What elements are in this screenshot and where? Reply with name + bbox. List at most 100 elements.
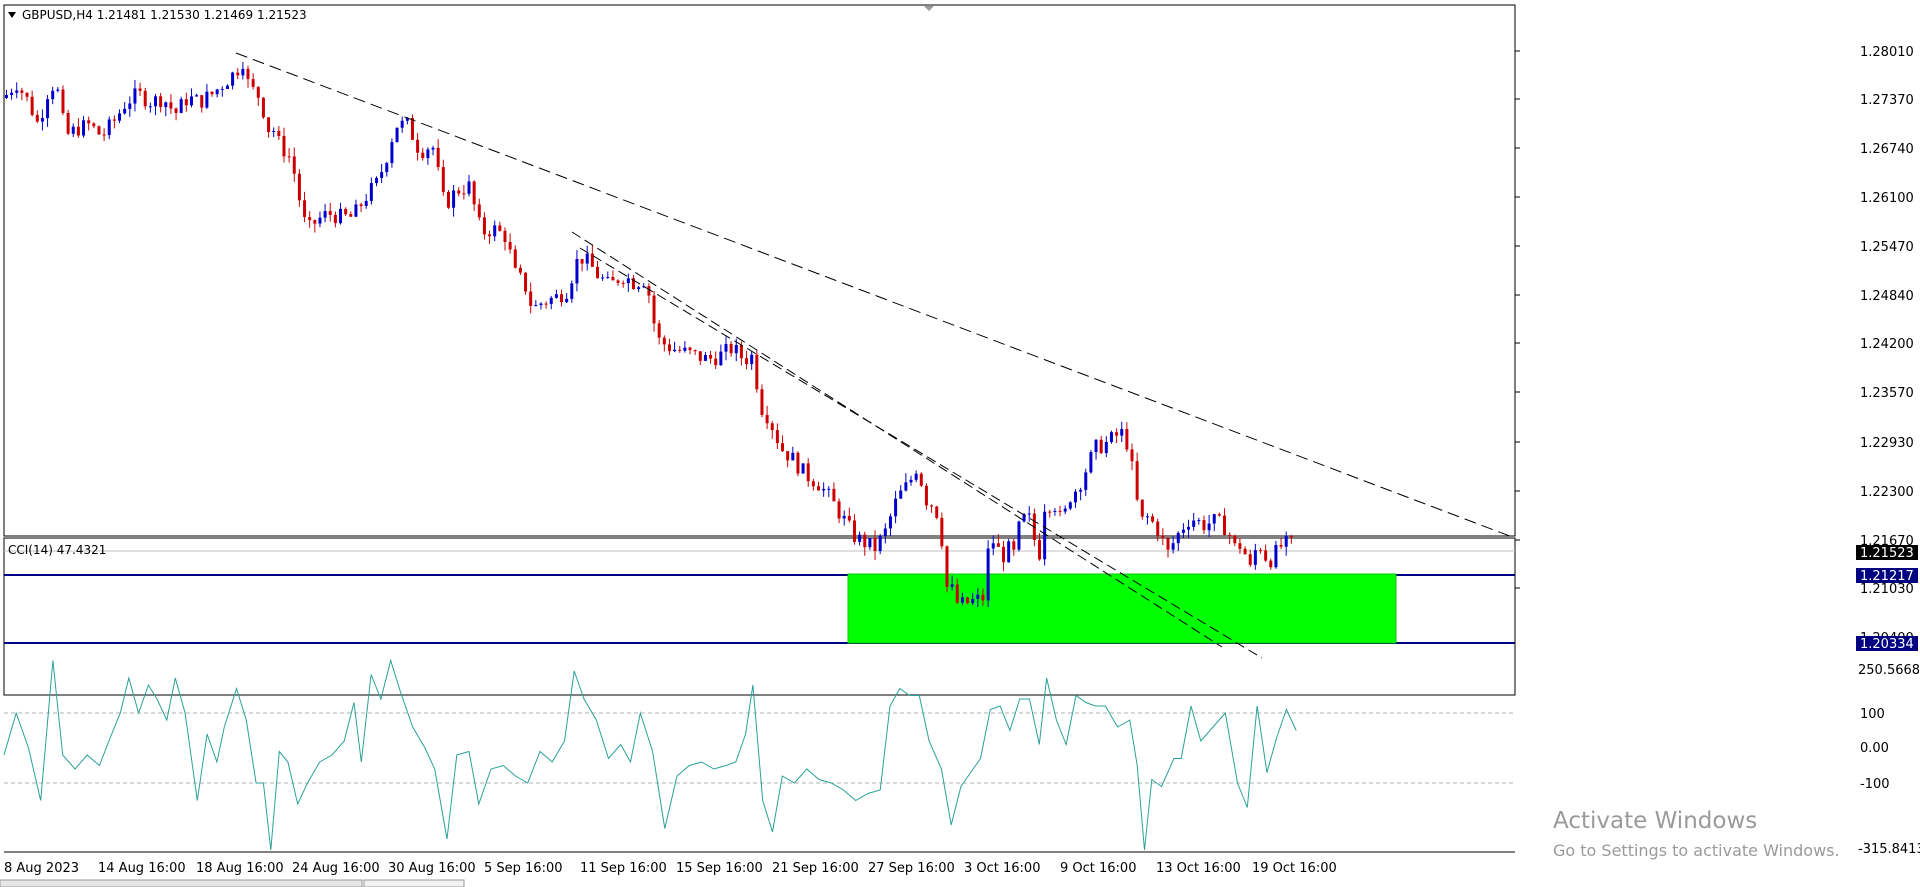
candle-bear xyxy=(1228,534,1232,536)
price-tick: 1.27370 xyxy=(1860,93,1914,108)
candle-bear xyxy=(1233,535,1237,544)
candle-bear xyxy=(1140,499,1144,517)
candle-bull xyxy=(878,535,882,552)
candle-bear xyxy=(518,267,522,273)
time-label: 30 Aug 16:00 xyxy=(388,861,476,876)
candle-bull xyxy=(1109,432,1113,443)
candle-bear xyxy=(292,156,296,174)
candle-bear xyxy=(297,173,301,201)
candle-bull xyxy=(225,85,229,89)
chart-tab-strip-2[interactable] xyxy=(363,879,465,887)
candle-bear xyxy=(1289,535,1293,538)
candle-bull xyxy=(15,90,19,93)
support-zone[interactable] xyxy=(847,573,1397,644)
candle-bull xyxy=(1007,541,1011,563)
candle-bull xyxy=(1104,442,1108,454)
candle-bull xyxy=(858,534,862,542)
candle-bull xyxy=(1079,489,1083,492)
candle-bull xyxy=(719,351,723,366)
candle-bear xyxy=(1135,461,1139,500)
candle-bull xyxy=(128,103,132,109)
candle-bear xyxy=(421,152,425,159)
candle-bull xyxy=(822,488,826,491)
candle-bear xyxy=(781,443,785,452)
candle-bull xyxy=(4,95,8,98)
candle-bull xyxy=(914,473,918,480)
candle-bear xyxy=(200,95,204,108)
candle-bull xyxy=(164,102,168,108)
candle-bull xyxy=(395,127,399,143)
candle-bear xyxy=(662,337,666,345)
candle-bull xyxy=(883,528,887,536)
candle-bull xyxy=(909,479,913,483)
time-label: 21 Sep 16:00 xyxy=(772,861,859,876)
candle-bear xyxy=(760,389,764,415)
candle-bear xyxy=(159,96,163,108)
candle-bull xyxy=(703,355,707,361)
cci-tick: 0.00 xyxy=(1860,741,1889,756)
candle-bear xyxy=(457,190,461,194)
candle-bull xyxy=(1197,520,1201,522)
candle-bull xyxy=(354,204,358,217)
candle-bull xyxy=(570,283,574,299)
candle-bull xyxy=(899,490,903,499)
time-label: 14 Aug 16:00 xyxy=(98,861,186,876)
candle-bear xyxy=(698,351,702,361)
support-top-price-label: 1.21217 xyxy=(1860,569,1914,584)
candle-bull xyxy=(904,482,908,491)
candle-bear xyxy=(524,272,528,292)
candle-bear xyxy=(184,99,188,106)
candle-bull xyxy=(734,345,738,354)
candle-bear xyxy=(174,108,178,113)
candle-bear xyxy=(477,204,481,218)
time-label: 3 Oct 16:00 xyxy=(964,861,1040,876)
candle-bear xyxy=(786,451,790,461)
price-tick: 1.21030 xyxy=(1860,582,1914,597)
candle-bull xyxy=(179,99,183,113)
candle-bull xyxy=(400,120,404,128)
candle-bull xyxy=(1192,520,1196,527)
candle-bear xyxy=(873,537,877,552)
candle-bull xyxy=(10,92,14,96)
candle-bull xyxy=(976,594,980,599)
candle-bear xyxy=(1161,535,1165,539)
candle-bull xyxy=(673,349,677,352)
support-bottom-price-label: 1.20334 xyxy=(1860,637,1914,652)
candle-bear xyxy=(852,520,856,542)
candle-bull xyxy=(426,149,430,159)
candle-bear xyxy=(313,220,317,224)
candle-bear xyxy=(1202,520,1206,531)
time-label: 9 Oct 16:00 xyxy=(1060,861,1136,876)
cci-tick: -315.8413 xyxy=(1858,842,1920,857)
candle-bear xyxy=(1223,515,1227,535)
candle-bull xyxy=(1253,550,1257,565)
time-label: 27 Sep 16:00 xyxy=(868,861,955,876)
candle-bull xyxy=(220,88,224,90)
candle-bear xyxy=(806,463,810,482)
candle-bear xyxy=(87,120,91,124)
candle-bull xyxy=(986,548,990,601)
candle-bear xyxy=(328,211,332,215)
price-tick: 1.26740 xyxy=(1860,142,1914,157)
candle-bear xyxy=(729,343,733,354)
candle-bear xyxy=(30,96,34,115)
candle-bull xyxy=(868,537,872,548)
candle-bear xyxy=(1243,548,1247,555)
candle-bear xyxy=(410,118,414,140)
candle-bear xyxy=(775,430,779,444)
candle-bear xyxy=(169,102,173,109)
candle-bull xyxy=(123,108,127,114)
candle-bull xyxy=(827,488,831,490)
candle-bull xyxy=(606,276,610,278)
candle-bear xyxy=(1217,514,1221,516)
candle-bear xyxy=(138,88,142,91)
candle-bear xyxy=(1125,429,1129,450)
candle-bear xyxy=(1038,540,1042,560)
candle-bull xyxy=(1187,526,1191,530)
chart-tab-strip[interactable] xyxy=(0,879,363,887)
candle-bull xyxy=(1053,510,1057,512)
candle-bull xyxy=(1084,472,1088,490)
candle-bull xyxy=(1284,535,1288,547)
candle-bear xyxy=(503,230,507,243)
candle-bear xyxy=(770,423,774,431)
